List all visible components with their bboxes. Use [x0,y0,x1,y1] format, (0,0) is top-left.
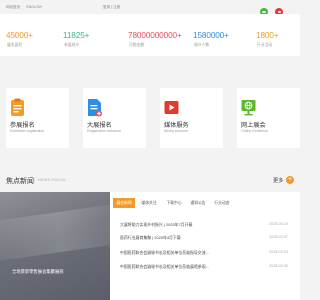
account-links[interactable]: 登录 | 注册 [103,5,120,10]
top-bar: 网站首页 ENGLISH 登录 | 注册 [0,0,300,16]
news-image-caption[interactable]: 全场景新零售展会集聚展商 [12,269,64,275]
news-item-date: 2025-03-03 [269,250,288,254]
card-title: 网上展会 [241,122,266,129]
stat-value: 45000+ [6,31,33,40]
service-cards: 参展报名 Exhibition registration 大展报名 Regist… [0,88,300,148]
more-link[interactable]: 更多 [273,177,283,184]
clipboard-icon [11,98,24,116]
card-subtitle: Media services [164,129,188,133]
news-feature-image[interactable] [0,192,110,300]
tab-notices[interactable]: 通知公告 [187,198,209,208]
news-item-date: 2025-03-07 [269,235,288,239]
stat-value: 1800+ [256,31,279,40]
stat-label: 参展观众 [64,43,80,47]
card-subtitle: Exhibition registration [10,129,45,133]
card-online-exhibition[interactable]: 网上展会 Online Exhibition [237,88,300,148]
news-item[interactable]: 中国医药联合会副秘书长及相关单位莅临指导交流… 2025-03-03 [120,250,288,262]
stat-label: 行业活动 [257,43,273,47]
stat-item: 1580000+ 观众人数 [193,31,249,48]
stat-label: 可能金额 [129,43,145,47]
card-media-services[interactable]: 媒体服务 Media services [160,88,223,148]
tab-industry[interactable]: 行业动态 [211,198,233,208]
news-item-title[interactable]: 医药行业展商集聚 | 2025年4月下载 [120,235,181,241]
stat-value: 78000000000+ [128,31,182,40]
stat-item: 11825+ 参展观众 [63,31,119,48]
section-title: 焦点新闻 [6,178,34,185]
tab-media-focus[interactable]: 媒体关注 [138,198,160,208]
stat-value: 11825+ [63,31,90,40]
plus-icon[interactable]: + [286,175,294,184]
news-panel: 展会新闻 媒体关注 下载中心 通知公告 行业动态 大展将助力实现乡村振兴 | 2… [110,192,300,300]
news-item-title[interactable]: 中国医药联合会副秘书长及相关单位莅临展馆参观… [120,264,209,270]
news-item-date: 2025-03-10 [269,222,288,226]
news-item[interactable]: 医药行业展商集聚 | 2025年4月下载 2025-03-07 [120,235,288,247]
stat-item: 78000000000+ 可能金额 [128,31,184,48]
card-title: 媒体服务 [164,122,189,129]
document-add-icon [88,99,102,117]
section-subtitle: NEWS FOCUS [38,178,66,182]
news-item[interactable]: 中国医药联合会副秘书长及相关单位莅临展馆参观… 2025-02-26 [120,264,288,276]
english-link[interactable]: ENGLISH [26,5,42,9]
globe-icon [241,100,256,116]
stat-item: 1800+ 行业活动 [256,31,312,48]
news-header: 焦点新闻 / NEWS FOCUS 更多 + [6,175,296,187]
news-item[interactable]: 大展将助力实现乡村振兴 | 2025年7月开幕 2025-03-10 [120,222,288,234]
tab-exhibition-news[interactable]: 展会新闻 [113,198,135,208]
news-item-date: 2025-02-26 [269,264,288,268]
news-item-title[interactable]: 中国医药联合会副秘书长及相关单位莅临指导交流… [120,250,209,256]
card-exhibitor-registration[interactable]: 参展报名 Exhibition registration [6,88,69,148]
card-title: 参展报名 [10,122,35,129]
stat-label: 观众人数 [194,43,210,47]
news-item-title[interactable]: 大展将助力实现乡村振兴 | 2025年7月开幕 [120,222,192,228]
stats-strip: 45000+ 展览面积 11825+ 参展观众 78000000000+ 可能金… [0,14,300,56]
title-separator: / [34,177,36,182]
card-subtitle: Online Exhibition [241,129,268,133]
tab-downloads[interactable]: 下载中心 [163,198,185,208]
home-link[interactable]: 网站首页 [6,5,20,9]
stat-value: 1580000+ [193,31,229,40]
stat-item: 45000+ 展览面积 [6,31,62,48]
video-play-icon [164,101,179,114]
card-show-registration[interactable]: 大展报名 Registration entrance [83,88,146,148]
card-subtitle: Registration entrance [87,129,122,133]
top-links: 网站首页 ENGLISH [6,5,47,10]
card-title: 大展报名 [87,122,112,129]
stat-label: 展览面积 [7,43,23,47]
